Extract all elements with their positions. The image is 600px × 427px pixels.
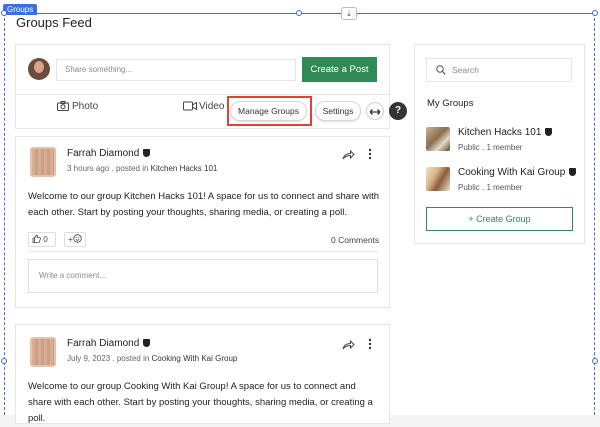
composer-divider — [16, 94, 389, 95]
video-icon — [183, 101, 197, 111]
more-options-icon[interactable] — [368, 148, 372, 160]
more-options-icon[interactable] — [368, 338, 372, 350]
smiley-icon — [72, 234, 82, 243]
admin-badge-icon — [143, 339, 151, 347]
admin-badge-icon — [569, 168, 577, 176]
group-name-link[interactable]: Cooking With Kai Group — [458, 167, 577, 178]
admin-badge-icon — [545, 128, 553, 136]
share-icon[interactable] — [342, 150, 355, 160]
my-groups-title: My Groups — [427, 98, 474, 109]
posted-in-label: . posted in — [111, 164, 149, 173]
manage-groups-highlight — [227, 96, 312, 126]
resize-handle-left[interactable] — [1, 358, 7, 364]
download-arrow-icon[interactable]: ⤓ — [341, 7, 357, 20]
author-name[interactable]: Farrah Diamond — [67, 338, 151, 349]
search-input[interactable]: Search — [426, 58, 572, 82]
page-title: Groups Feed — [16, 15, 92, 30]
add-reaction-button[interactable]: + — [64, 232, 86, 247]
video-button[interactable]: Video — [199, 101, 224, 112]
group-meta: Public . 1 member — [458, 143, 523, 152]
create-group-button[interactable]: + Create Group — [426, 207, 573, 231]
thumbs-up-icon — [32, 234, 41, 243]
post-body: Welcome to our group Cooking With Kai Gr… — [28, 381, 373, 424]
resize-handle-top-center[interactable] — [296, 10, 302, 16]
post-time: July 9, 2023 — [67, 354, 111, 363]
settings-button[interactable]: Settings — [315, 101, 361, 121]
post-body: Welcome to our group Kitchen Hacks 101! … — [28, 191, 379, 218]
author-avatar[interactable] — [30, 337, 56, 367]
resize-handle-right[interactable] — [592, 358, 598, 364]
resize-handle-top-right[interactable] — [592, 10, 598, 16]
avatar[interactable] — [28, 58, 50, 80]
author-avatar[interactable] — [30, 147, 56, 177]
camera-icon — [57, 101, 69, 111]
posted-in-label: . posted in — [112, 354, 150, 363]
editor-canvas: Groups ⤓ Groups Feed Share something... … — [0, 0, 600, 424]
photo-button[interactable]: Photo — [72, 101, 98, 112]
post-group-link[interactable]: Cooking With Kai Group — [152, 354, 238, 363]
share-input[interactable]: Share something... — [56, 59, 296, 81]
search-icon — [436, 65, 446, 75]
post-meta: 3 hours ago . posted in Kitchen Hacks 10… — [67, 164, 217, 173]
expand-arrows-icon[interactable] — [366, 102, 384, 120]
resize-handle-top-left[interactable] — [1, 10, 7, 16]
question-icon[interactable]: ? — [389, 102, 407, 120]
post-divider — [28, 251, 378, 252]
group-name-link[interactable]: Kitchen Hacks 101 — [458, 127, 553, 138]
comment-input[interactable]: Write a comment... — [28, 259, 378, 293]
author-name[interactable]: Farrah Diamond — [67, 148, 151, 159]
share-icon[interactable] — [342, 340, 355, 350]
comments-count[interactable]: 0 Comments — [331, 235, 379, 245]
group-meta: Public . 1 member — [458, 183, 523, 192]
like-count: 0 — [43, 235, 48, 244]
create-post-button[interactable]: Create a Post — [302, 57, 377, 82]
group-thumbnail[interactable] — [426, 167, 450, 191]
post-meta: July 9, 2023 . posted in Cooking With Ka… — [67, 354, 237, 363]
post-group-link[interactable]: Kitchen Hacks 101 — [151, 164, 218, 173]
group-thumbnail[interactable] — [426, 127, 450, 151]
like-button[interactable]: 0 — [28, 232, 56, 247]
post-time: 3 hours ago — [67, 164, 110, 173]
admin-badge-icon — [143, 149, 151, 157]
selection-tag[interactable]: Groups — [3, 4, 38, 15]
